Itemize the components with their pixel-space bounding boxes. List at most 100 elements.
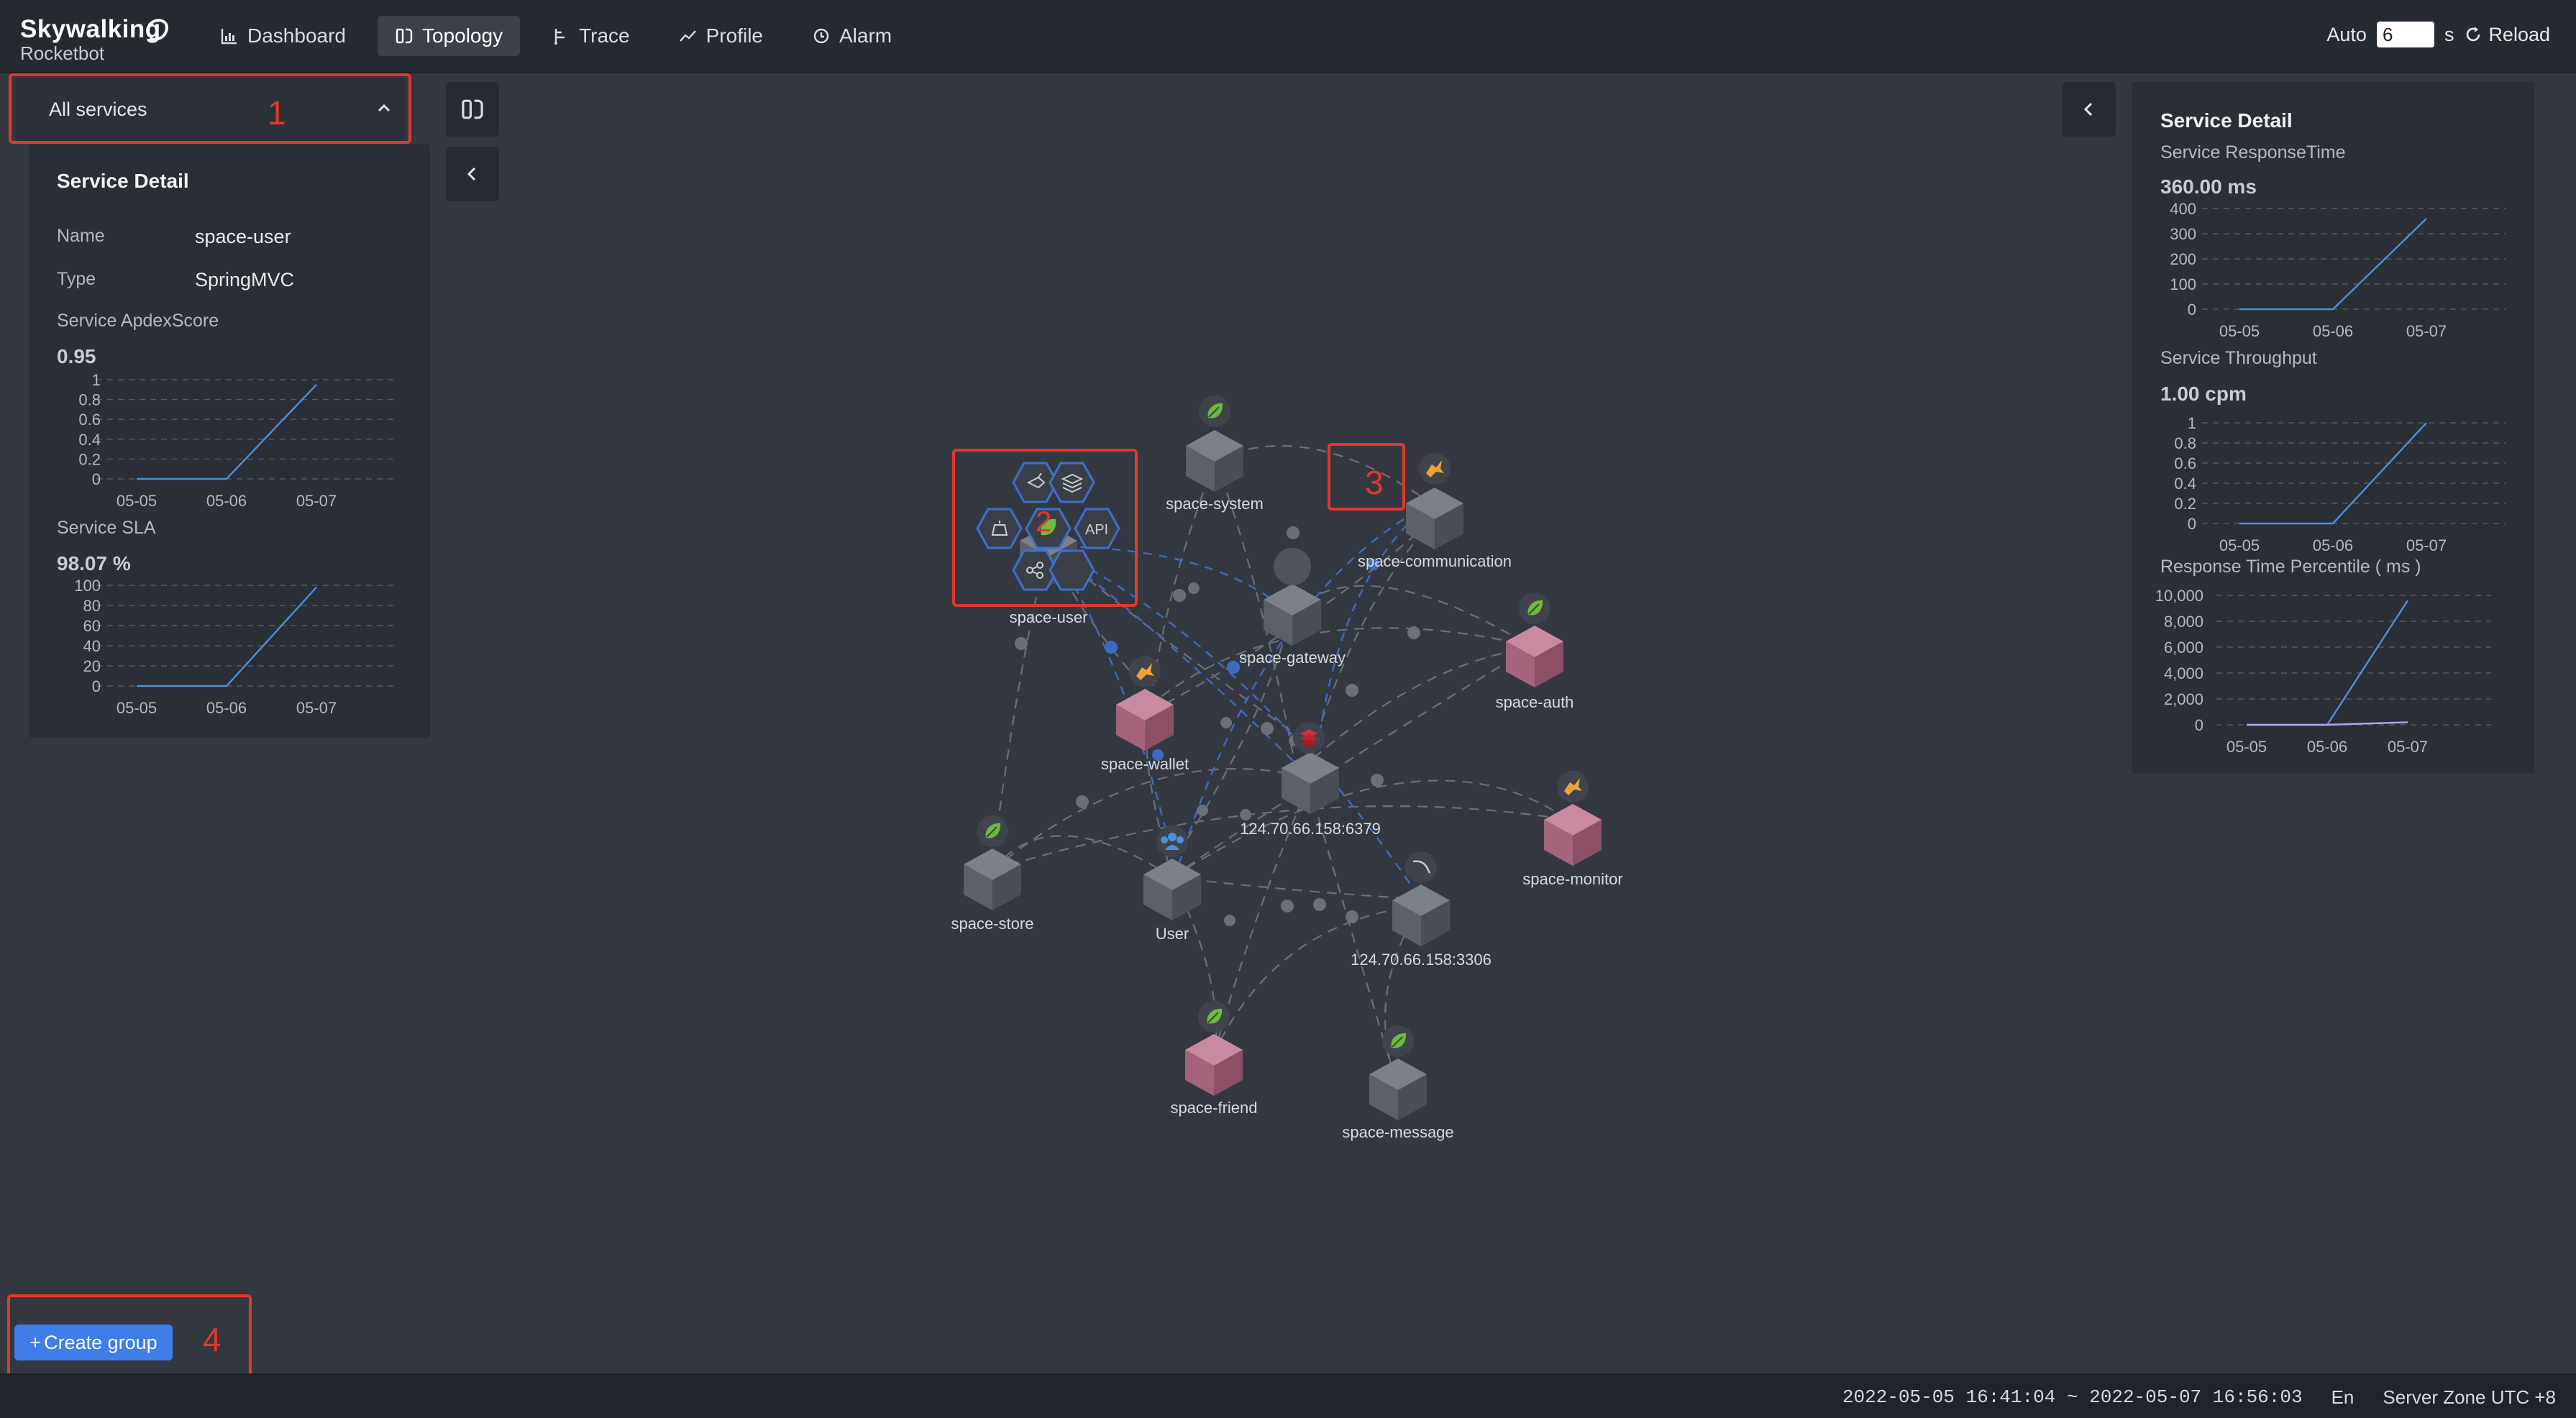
name-value: space-user — [195, 226, 291, 247]
node-label: space-communication — [1358, 552, 1512, 570]
sla-chart-wrap: 100 80 60 40 20 0 05-05 05-06 05-07 — [29, 575, 430, 719]
status-footer: 2022-05-05 16:41:04 ~ 2022-05-07 16:56:0… — [0, 1373, 2576, 1418]
time-range[interactable]: 2022-05-05 16:41:04 ~ 2022-05-07 16:56:0… — [1842, 1386, 2303, 1409]
throughput-chart: 1 0.8 0.6 0.4 0.2 0 05-05 05-06 05-07 — [2174, 414, 2506, 554]
spring-leaf-icon — [1198, 395, 1231, 428]
sla-value: 98.07 % — [57, 552, 131, 575]
node-space-friend[interactable]: space-friend — [1170, 1000, 1258, 1117]
topology-icon — [462, 99, 483, 119]
annotation-box-1 — [9, 73, 411, 144]
node-user[interactable]: User — [1143, 825, 1201, 943]
node-label: space-user — [1010, 608, 1088, 626]
language-switch[interactable]: En — [2331, 1386, 2355, 1409]
tomcat-icon — [1129, 656, 1161, 687]
plus-icon: + — [29, 1331, 42, 1353]
node-space-message[interactable]: space-message — [1342, 1025, 1454, 1141]
left-service-detail-panel: Service Detail Name space-user Type Spri… — [29, 144, 430, 738]
apdex-label: Service ApdexScore — [57, 311, 219, 331]
apdex-chart: 1 0.8 0.6 0.40.2 0 05-05 05-06 05-07 — [78, 371, 398, 510]
y-tick-label: 0 — [2188, 515, 2196, 533]
response-time-value: 360.00 ms — [2160, 175, 2257, 198]
node-mysql[interactable]: 124.70.66.158:3306 — [1351, 851, 1492, 969]
chevron-left-icon — [467, 167, 476, 181]
x-tick-label: 05-05 — [117, 492, 157, 510]
x-tick-label: 05-06 — [206, 492, 247, 510]
node-label: space-message — [1342, 1123, 1453, 1141]
node-space-gateway[interactable]: space-gateway — [1239, 548, 1346, 667]
y-tick-label: 6,000 — [2164, 639, 2203, 657]
collapse-left-panel-button[interactable] — [446, 147, 499, 201]
annotation-number-3: 3 — [1365, 464, 1384, 501]
y-tick-label: 400 — [2170, 200, 2196, 218]
x-tick-label: 05-06 — [206, 699, 247, 717]
percentile-label: Response Time Percentile ( ms ) — [2160, 557, 2421, 577]
x-tick-label: 05-07 — [2388, 738, 2428, 756]
toggle-layout-button[interactable] — [446, 82, 499, 137]
server-zone[interactable]: Server Zone UTC +8 — [2383, 1386, 2556, 1409]
node-space-store[interactable]: space-store — [951, 815, 1034, 933]
node-label: space-friend — [1170, 1099, 1257, 1117]
y-tick-label: 4,000 — [2164, 664, 2203, 682]
spring-leaf-icon — [1197, 1000, 1230, 1033]
gateway-icon — [1274, 548, 1311, 585]
y-tick-label: 1 — [92, 371, 101, 389]
x-tick-label: 05-05 — [2219, 322, 2260, 340]
x-tick-label: 05-06 — [2313, 322, 2353, 340]
series-line — [2247, 600, 2409, 726]
collapse-right-panel-button[interactable] — [2063, 82, 2116, 137]
y-tick-label: 2,000 — [2164, 690, 2203, 708]
node-space-monitor[interactable]: space-monitor — [1522, 771, 1623, 888]
spring-leaf-icon — [976, 815, 1009, 848]
y-tick-label: 0 — [92, 677, 101, 695]
tomcat-icon — [1557, 771, 1589, 802]
y-tick-label: 10,000 — [2155, 587, 2203, 605]
y-tick-label: 20 — [83, 657, 101, 675]
panel-title: Service Detail — [57, 170, 189, 192]
series-line — [137, 384, 317, 480]
x-tick-label: 05-05 — [117, 699, 157, 717]
type-label: Type — [57, 269, 96, 289]
response-time-label: Service ResponseTime — [2160, 142, 2346, 163]
y-tick-label: 8,000 — [2164, 613, 2203, 631]
node-label: 124.70.66.158:3306 — [1351, 951, 1492, 969]
y-tick-label: 0.6 — [78, 411, 101, 429]
node-label: space-wallet — [1101, 755, 1189, 773]
y-tick-label: 300 — [2170, 225, 2196, 243]
y-tick-label: 60 — [83, 617, 101, 635]
node-space-wallet[interactable]: space-wallet — [1101, 656, 1189, 773]
throughput-value: 1.00 cpm — [2160, 383, 2247, 405]
node-label: space-gateway — [1239, 649, 1346, 667]
node-space-auth[interactable]: space-auth — [1496, 592, 1574, 711]
y-tick-label: 0.2 — [2174, 495, 2196, 513]
node-label: 124.70.66.158:6379 — [1240, 820, 1381, 838]
node-space-system[interactable]: space-system — [1166, 395, 1264, 513]
y-tick-label: 100 — [2170, 275, 2196, 293]
y-tick-label: 0 — [2195, 716, 2203, 734]
y-tick-label: 0 — [92, 470, 101, 488]
name-label: Name — [57, 226, 105, 246]
create-group-button[interactable]: + Create group — [14, 1325, 173, 1360]
response-time-chart: 400 300 200 100 0 05-05 05-06 05-07 — [2170, 200, 2506, 340]
y-tick-label: 0.6 — [2174, 454, 2196, 472]
x-tick-label: 05-06 — [2307, 738, 2347, 756]
series-line — [137, 586, 317, 687]
x-tick-label: 05-06 — [2313, 536, 2353, 554]
percentile-chart: 10,000 8,000 6,000 4,000 2,000 0 05-05 05-06 05-… — [2155, 587, 2491, 756]
apdex-value: 0.95 — [57, 345, 96, 367]
node-redis[interactable]: 124.70.66.158:6379 — [1240, 722, 1381, 838]
mysql-icon — [1405, 851, 1437, 883]
series-line — [2239, 218, 2427, 311]
annotation-number-4: 4 — [203, 1321, 221, 1358]
spring-leaf-icon — [1518, 592, 1551, 625]
series-line — [2239, 422, 2427, 525]
sla-label: Service SLA — [57, 518, 156, 538]
y-tick-label: 1 — [2188, 414, 2196, 432]
spring-leaf-icon — [1381, 1025, 1415, 1058]
node-label: space-system — [1166, 495, 1264, 513]
sla-chart: 100 80 60 40 20 0 05-05 05-06 05-07 — [74, 577, 398, 717]
chevron-left-icon — [2083, 102, 2093, 116]
node-label: space-monitor — [1522, 870, 1622, 888]
x-tick-label: 05-07 — [2406, 322, 2447, 340]
annotation-number-1: 1 — [268, 94, 286, 132]
y-tick-label: 80 — [83, 597, 101, 615]
